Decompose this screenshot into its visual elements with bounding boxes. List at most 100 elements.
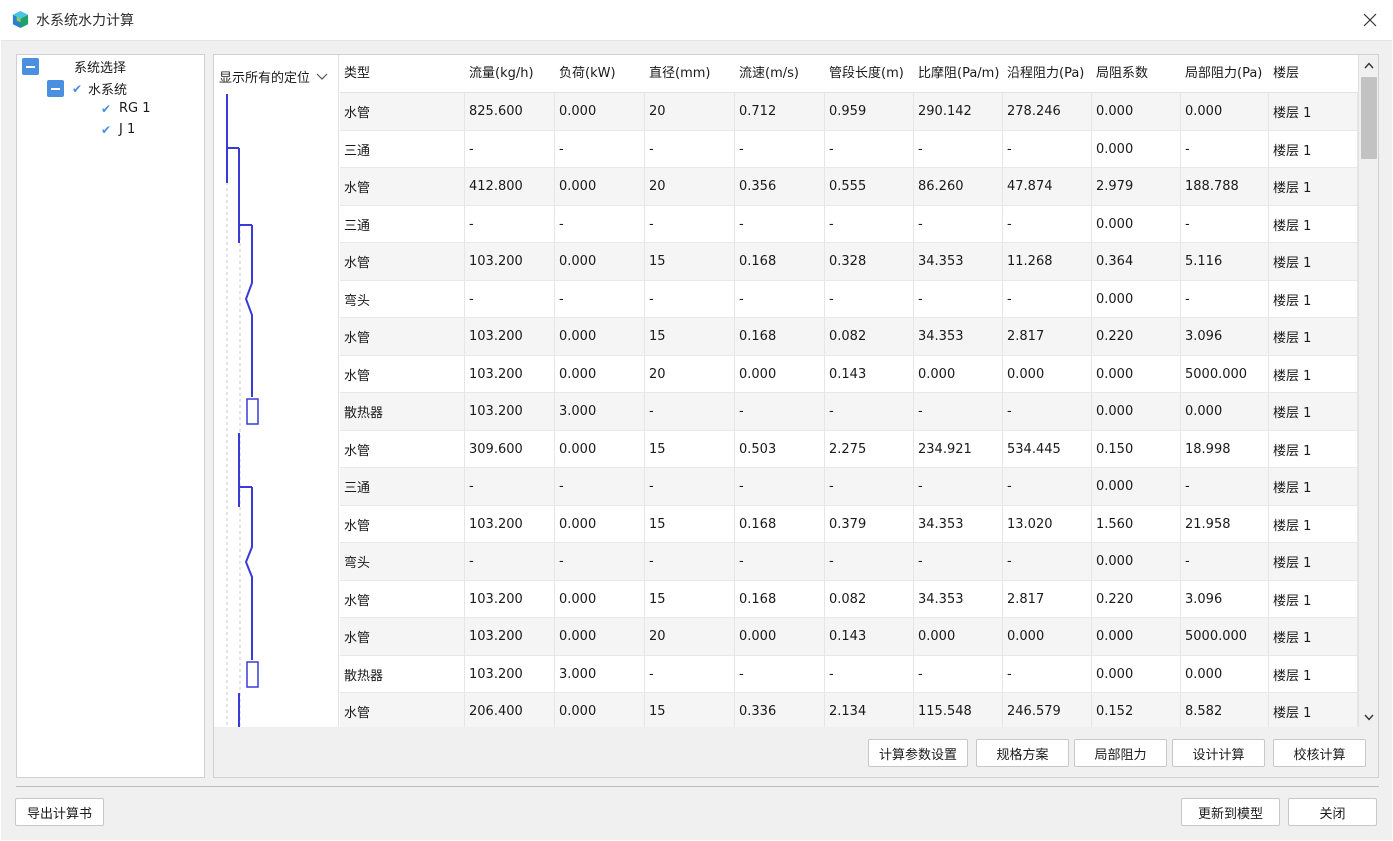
table-row[interactable]: 弯头 - - - - - - -0.000- 楼层 1 <box>340 280 1358 318</box>
cell-friction-loss: 13.020 <box>1003 505 1092 543</box>
cell-floor: 楼层 1 <box>1269 580 1358 618</box>
cell-floor: 楼层 1 <box>1269 93 1358 131</box>
cell-flow: 206.400 <box>465 693 555 727</box>
column-header-length[interactable]: 管段长度(m) <box>825 55 914 93</box>
local-resistance-button[interactable]: 局部阻力 <box>1074 739 1167 767</box>
cell-local-loss: - <box>1181 130 1269 168</box>
tree-node-j1[interactable]: ✔ J 1 <box>99 122 135 137</box>
close-button[interactable]: 关闭 <box>1288 798 1377 826</box>
table-row[interactable]: 三通 - - - - - - -0.000- 楼层 1 <box>340 205 1358 243</box>
cell-floor: 楼层 1 <box>1269 280 1358 318</box>
table-row[interactable]: 水管 103.200 0.000 15 0.168 0.082 34.353 2.817 0.2… <box>340 318 1358 356</box>
system-tree-panel: 系统选择 ✔ 水系统 ✔ RG 1 ✔ J 1 <box>16 54 205 778</box>
tree-node-water-system[interactable]: ✔ 水系统 <box>47 79 127 98</box>
column-header-local-loss[interactable]: 局部阻力(Pa) <box>1181 55 1269 93</box>
cell-friction-loss: - <box>1003 205 1092 243</box>
check-calc-button[interactable]: 校核计算 <box>1273 739 1366 767</box>
column-header-local-coef[interactable]: 局阻系数 <box>1092 55 1181 93</box>
column-header-velocity[interactable]: 流速(m/s) <box>735 55 825 93</box>
cell-local-loss: 5.116 <box>1181 243 1269 281</box>
spec-plan-button[interactable]: 规格方案 <box>976 739 1069 767</box>
vertical-scrollbar[interactable] <box>1358 55 1378 727</box>
cell-flow: - <box>465 205 555 243</box>
close-window-button[interactable] <box>1347 0 1393 40</box>
table-row[interactable]: 水管 825.600 0.000 20 0.712 0.959 290.142 278.246… <box>340 93 1358 131</box>
table-header: 类型 流量(kg/h) 负荷(kW) 直径(mm) 流速(m/s) 管段长度(m) 比摩阻(… <box>340 55 1358 93</box>
app-cube-icon <box>12 10 29 29</box>
table-row[interactable]: 弯头 - - - - - - -0.000- 楼层 1 <box>340 543 1358 581</box>
cell-length: - <box>825 468 914 506</box>
cell-length: - <box>825 130 914 168</box>
table-row[interactable]: 散热器 103.200 3.000- - - - -0.000 0.000 楼层 1 <box>340 393 1358 431</box>
column-header-load[interactable]: 负荷(kW) <box>555 55 645 93</box>
table-row[interactable]: 水管 206.400 0.000 15 0.336 2.134 115.548 246.579… <box>340 693 1358 727</box>
cell-friction-loss: 47.874 <box>1003 168 1092 206</box>
table-row[interactable]: 水管 412.800 0.000 20 0.356 0.555 86.260 47.874 2.… <box>340 168 1358 206</box>
cell-diameter: - <box>645 393 735 431</box>
check-icon[interactable]: ✔ <box>99 102 113 116</box>
collapse-icon[interactable] <box>22 58 39 75</box>
cell-diameter: 15 <box>645 505 735 543</box>
cell-friction-loss: 534.445 <box>1003 430 1092 468</box>
cell-diameter: - <box>645 468 735 506</box>
table-row[interactable]: 水管 309.600 0.000 15 0.503 2.275 234.921 534.445… <box>340 430 1358 468</box>
table-row[interactable]: 水管 103.200 0.000 20 0.000 0.143 0.000 0.000 0.00… <box>340 355 1358 393</box>
cell-type: 水管 <box>340 693 465 727</box>
cell-velocity: - <box>735 655 825 693</box>
cell-velocity: - <box>735 205 825 243</box>
cell-velocity: - <box>735 280 825 318</box>
cell-friction-loss: - <box>1003 393 1092 431</box>
cell-local-coef: 0.000 <box>1092 205 1181 243</box>
collapse-icon[interactable] <box>47 80 64 97</box>
cell-friction-loss: 0.000 <box>1003 618 1092 656</box>
cell-local-coef: 0.000 <box>1092 130 1181 168</box>
tree-node-rg1[interactable]: ✔ RG 1 <box>99 101 151 116</box>
cell-length: 2.275 <box>825 430 914 468</box>
column-header-diameter[interactable]: 直径(mm) <box>645 55 735 93</box>
cell-friction-loss: 278.246 <box>1003 93 1092 131</box>
tree-node-root[interactable]: 系统选择 <box>22 57 126 76</box>
table-row[interactable]: 三通 - - - - - - -0.000- 楼层 1 <box>340 130 1358 168</box>
cell-velocity: 0.712 <box>735 93 825 131</box>
column-header-friction-loss[interactable]: 沿程阻力(Pa) <box>1003 55 1092 93</box>
dialog-client-area: 系统选择 ✔ 水系统 ✔ RG 1 ✔ J 1 显示所有的定位 类型 流量(kg… <box>1 40 1392 840</box>
cell-friction-rate: - <box>914 393 1003 431</box>
table-row[interactable]: 三通 - - - - - - -0.000- 楼层 1 <box>340 468 1358 506</box>
table-row[interactable]: 水管 103.200 0.000 15 0.168 0.328 34.353 11.268 0.… <box>340 243 1358 281</box>
cell-floor: 楼层 1 <box>1269 543 1358 581</box>
column-header-type[interactable]: 类型 <box>340 55 465 93</box>
table-row[interactable]: 水管 103.200 0.000 15 0.168 0.082 34.353 2.817 0.2… <box>340 580 1358 618</box>
column-header-floor[interactable]: 楼层 <box>1269 55 1358 93</box>
cell-flow: - <box>465 130 555 168</box>
cell-type: 三通 <box>340 130 465 168</box>
cell-floor: 楼层 1 <box>1269 655 1358 693</box>
cell-floor: 楼层 1 <box>1269 355 1358 393</box>
cell-diameter: - <box>645 543 735 581</box>
cell-friction-rate: 0.000 <box>914 618 1003 656</box>
scroll-down-button[interactable] <box>1359 707 1378 727</box>
cell-local-loss: - <box>1181 543 1269 581</box>
table-row[interactable]: 水管 103.200 0.000 20 0.000 0.143 0.000 0.000 0.00… <box>340 618 1358 656</box>
calc-params-button[interactable]: 计算参数设置 <box>868 739 968 767</box>
export-report-button[interactable]: 导出计算书 <box>15 798 104 826</box>
cell-local-loss: - <box>1181 468 1269 506</box>
scroll-thumb[interactable] <box>1361 77 1377 159</box>
cell-load: 0.000 <box>555 93 645 131</box>
cell-local-loss: 188.788 <box>1181 168 1269 206</box>
cell-friction-loss: - <box>1003 655 1092 693</box>
scroll-up-button[interactable] <box>1359 55 1378 75</box>
pipe-diagram-column: 显示所有的定位 <box>214 55 339 727</box>
window-title: 水系统水力计算 <box>36 13 134 29</box>
table-row[interactable]: 水管 103.200 0.000 15 0.168 0.379 34.353 13.020 1.… <box>340 505 1358 543</box>
cell-flow: 103.200 <box>465 655 555 693</box>
cell-type: 散热器 <box>340 393 465 431</box>
cell-diameter: 15 <box>645 318 735 356</box>
update-model-button[interactable]: 更新到模型 <box>1181 798 1280 826</box>
check-icon[interactable]: ✔ <box>70 82 84 96</box>
check-icon[interactable]: ✔ <box>99 123 113 137</box>
table-row[interactable]: 散热器 103.200 3.000- - - - -0.000 0.000 楼层 1 <box>340 655 1358 693</box>
column-header-friction-rate[interactable]: 比摩阻(Pa/m) <box>914 55 1003 93</box>
column-header-flow[interactable]: 流量(kg/h) <box>465 55 555 93</box>
design-calc-button[interactable]: 设计计算 <box>1172 739 1265 767</box>
chevron-up-icon <box>1364 61 1374 68</box>
